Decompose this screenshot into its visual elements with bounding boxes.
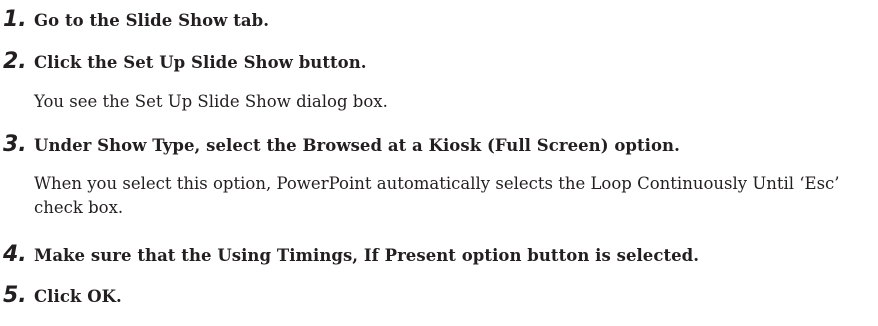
step-2-note: You see the Set Up Slide Show dialog box…	[34, 92, 388, 111]
step-instruction: Click OK.	[34, 286, 122, 306]
step-4: 4. Make sure that the Using Timings, If …	[0, 240, 699, 270]
step-2: 2. Click the Set Up Slide Show button.	[0, 47, 367, 77]
step-number: 1.	[3, 7, 27, 32]
step-3: 3. Under Show Type, select the Browsed a…	[0, 130, 680, 160]
step-5: 5. Click OK.	[0, 281, 122, 311]
step-number: 5.	[3, 283, 27, 308]
step-number: 4.	[3, 242, 27, 267]
step-3-note: When you select this option, PowerPoint …	[34, 174, 840, 217]
step-instruction: Make sure that the Using Timings, If Pre…	[34, 245, 700, 265]
step-instruction: Under Show Type, select the Browsed at a…	[34, 135, 680, 155]
step-instruction: Click the Set Up Slide Show button.	[34, 52, 367, 72]
step-number: 2.	[3, 49, 27, 74]
step-1: 1. Go to the Slide Show tab.	[0, 5, 269, 35]
step-number: 3.	[3, 132, 27, 157]
step-instruction: Go to the Slide Show tab.	[34, 10, 270, 30]
